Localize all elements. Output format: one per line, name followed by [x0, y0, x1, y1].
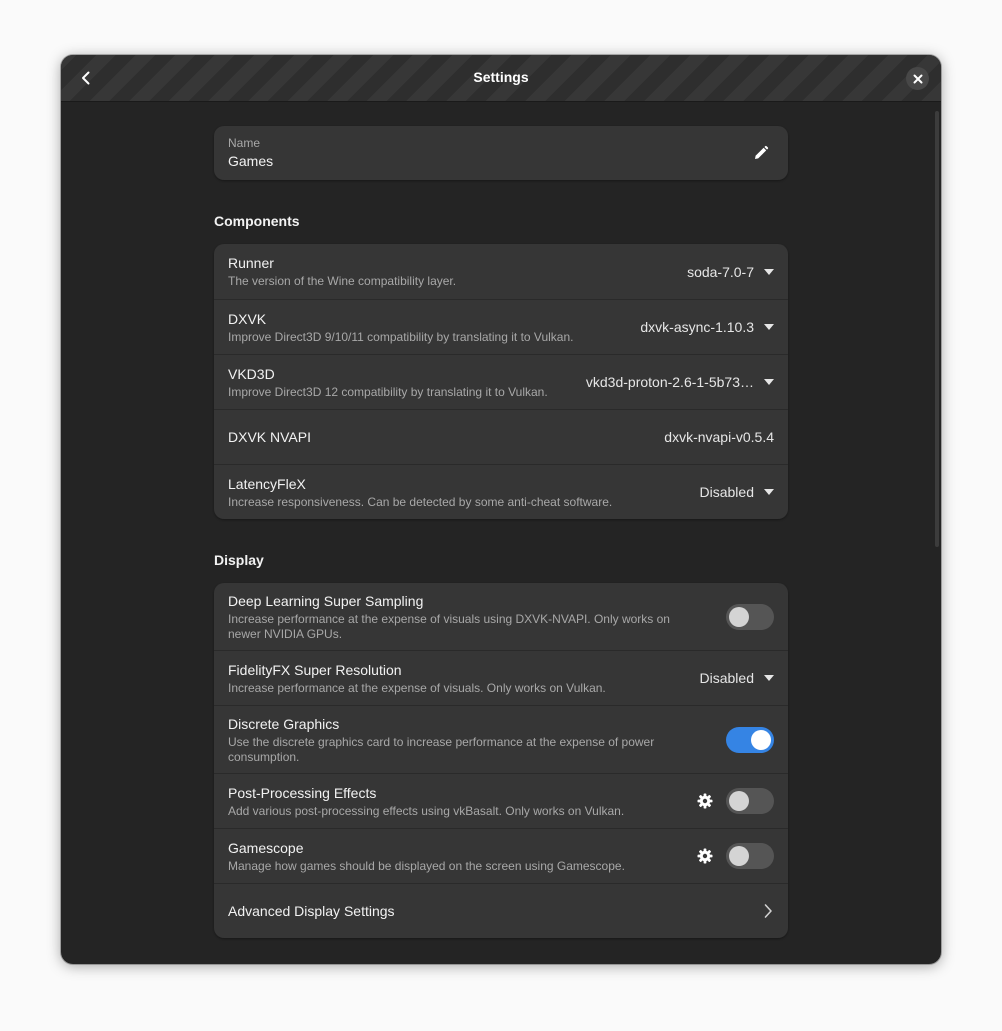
vkd3d-title: VKD3D: [228, 365, 275, 382]
discrete-graphics-row[interactable]: Discrete Graphics Use the discrete graph…: [214, 705, 788, 773]
settings-content: Name Games Components Runner The version…: [214, 126, 788, 938]
post-processing-switch[interactable]: [726, 788, 774, 814]
dlss-subtitle: Increase performance at the expense of v…: [228, 611, 670, 641]
runner-title: Runner: [228, 255, 274, 271]
display-section-title: Display: [214, 552, 264, 568]
fsr-value: Disabled: [699, 670, 754, 686]
nvapi-value: dxvk-nvapi-v0.5.4: [664, 429, 774, 445]
gamescope-switch[interactable]: [726, 843, 774, 869]
pencil-icon: [755, 145, 769, 159]
gear-icon: [697, 848, 713, 864]
dxvk-subtitle: Improve Direct3D 9/10/11 compatibility b…: [228, 329, 574, 344]
discrete-graphics-subtitle: Use the discrete graphics card to increa…: [228, 734, 655, 764]
edit-name-button[interactable]: [748, 140, 774, 166]
window-title: Settings: [473, 69, 529, 85]
dropdown-arrow-icon: [764, 324, 774, 330]
gamescope-row[interactable]: Gamescope Manage how games should be dis…: [214, 828, 788, 883]
dropdown-arrow-icon: [764, 268, 774, 275]
dropdown-arrow-icon: [764, 489, 774, 495]
runner-dropdown[interactable]: soda-7.0-7: [687, 264, 774, 280]
components-section-title: Components: [214, 213, 300, 229]
runner-value: soda-7.0-7: [687, 263, 754, 280]
nvapi-title: DXVK NVAPI: [228, 429, 311, 445]
gear-icon: [697, 793, 713, 809]
dlss-row[interactable]: Deep Learning Super Sampling Increase pe…: [214, 583, 788, 650]
close-icon: [913, 74, 922, 83]
discrete-graphics-switch[interactable]: [726, 726, 774, 753]
fsr-subtitle: Increase performance at the expense of v…: [228, 680, 606, 695]
switch-knob: [729, 606, 749, 627]
post-processing-subtitle: Add various post-processing effects usin…: [228, 803, 625, 818]
vkd3d-subtitle: Improve Direct3D 12 compatibility by tra…: [228, 384, 548, 399]
advanced-display-settings-title: Advanced Display Settings: [228, 903, 395, 919]
dlss-switch[interactable]: [726, 603, 774, 630]
chevron-right-icon: [764, 904, 772, 918]
advanced-display-settings-row[interactable]: Advanced Display Settings: [214, 883, 788, 938]
dropdown-arrow-icon: [764, 379, 774, 385]
fsr-row[interactable]: FidelityFX Super Resolution Increase per…: [214, 650, 788, 705]
switch-knob: [729, 846, 749, 866]
post-processing-row[interactable]: Post-Processing Effects Add various post…: [214, 773, 788, 828]
latencyflex-subtitle: Increase responsiveness. Can be detected…: [228, 494, 613, 509]
gamescope-title: Gamescope: [228, 839, 304, 856]
discrete-graphics-title: Discrete Graphics: [228, 715, 340, 732]
switch-knob: [751, 729, 771, 750]
fsr-dropdown[interactable]: Disabled: [700, 670, 774, 686]
dlss-title: Deep Learning Super Sampling: [228, 592, 424, 609]
name-label: Name: [228, 136, 261, 150]
name-value: Games: [228, 153, 274, 169]
dropdown-arrow-icon: [764, 675, 774, 681]
vkd3d-value: vkd3d-proton-2.6-1-5b73…: [585, 374, 754, 390]
gamescope-settings-button[interactable]: [696, 847, 714, 865]
components-card: Runner The version of the Wine compatibi…: [214, 244, 788, 519]
dxvk-row[interactable]: DXVK Improve Direct3D 9/10/11 compatibil…: [214, 299, 788, 354]
advanced-display-settings-button[interactable]: [762, 903, 774, 919]
fsr-title: FidelityFX Super Resolution: [228, 661, 402, 678]
runner-subtitle: The version of the Wine compatibility la…: [228, 274, 457, 288]
display-card: Deep Learning Super Sampling Increase pe…: [214, 583, 788, 938]
post-processing-title: Post-Processing Effects: [228, 784, 377, 801]
runner-row[interactable]: Runner The version of the Wine compatibi…: [214, 244, 788, 299]
close-button[interactable]: [906, 67, 929, 90]
latencyflex-row[interactable]: LatencyFleX Increase responsiveness. Can…: [214, 464, 788, 519]
vkd3d-dropdown[interactable]: vkd3d-proton-2.6-1-5b73…: [586, 374, 774, 390]
dxvk-title: DXVK: [228, 310, 267, 327]
nvapi-row: DXVK NVAPI dxvk-nvapi-v0.5.4: [214, 409, 788, 464]
switch-knob: [729, 791, 749, 811]
post-processing-settings-button[interactable]: [696, 792, 714, 810]
dxvk-dropdown[interactable]: dxvk-async-1.10.3: [640, 319, 774, 335]
latencyflex-value: Disabled: [699, 484, 754, 500]
settings-window: Settings Name Games Components Runner Th…: [61, 55, 941, 964]
latencyflex-title: LatencyFleX: [228, 475, 306, 492]
latencyflex-dropdown[interactable]: Disabled: [700, 484, 774, 500]
scrollbar[interactable]: [935, 111, 939, 547]
name-entry-row[interactable]: Name Games: [214, 126, 788, 180]
header-bar: Settings: [61, 55, 941, 102]
vkd3d-row[interactable]: VKD3D Improve Direct3D 12 compatibility …: [214, 354, 788, 409]
gamescope-subtitle: Manage how games should be displayed on …: [228, 858, 625, 873]
dxvk-value: dxvk-async-1.10.3: [640, 319, 754, 335]
